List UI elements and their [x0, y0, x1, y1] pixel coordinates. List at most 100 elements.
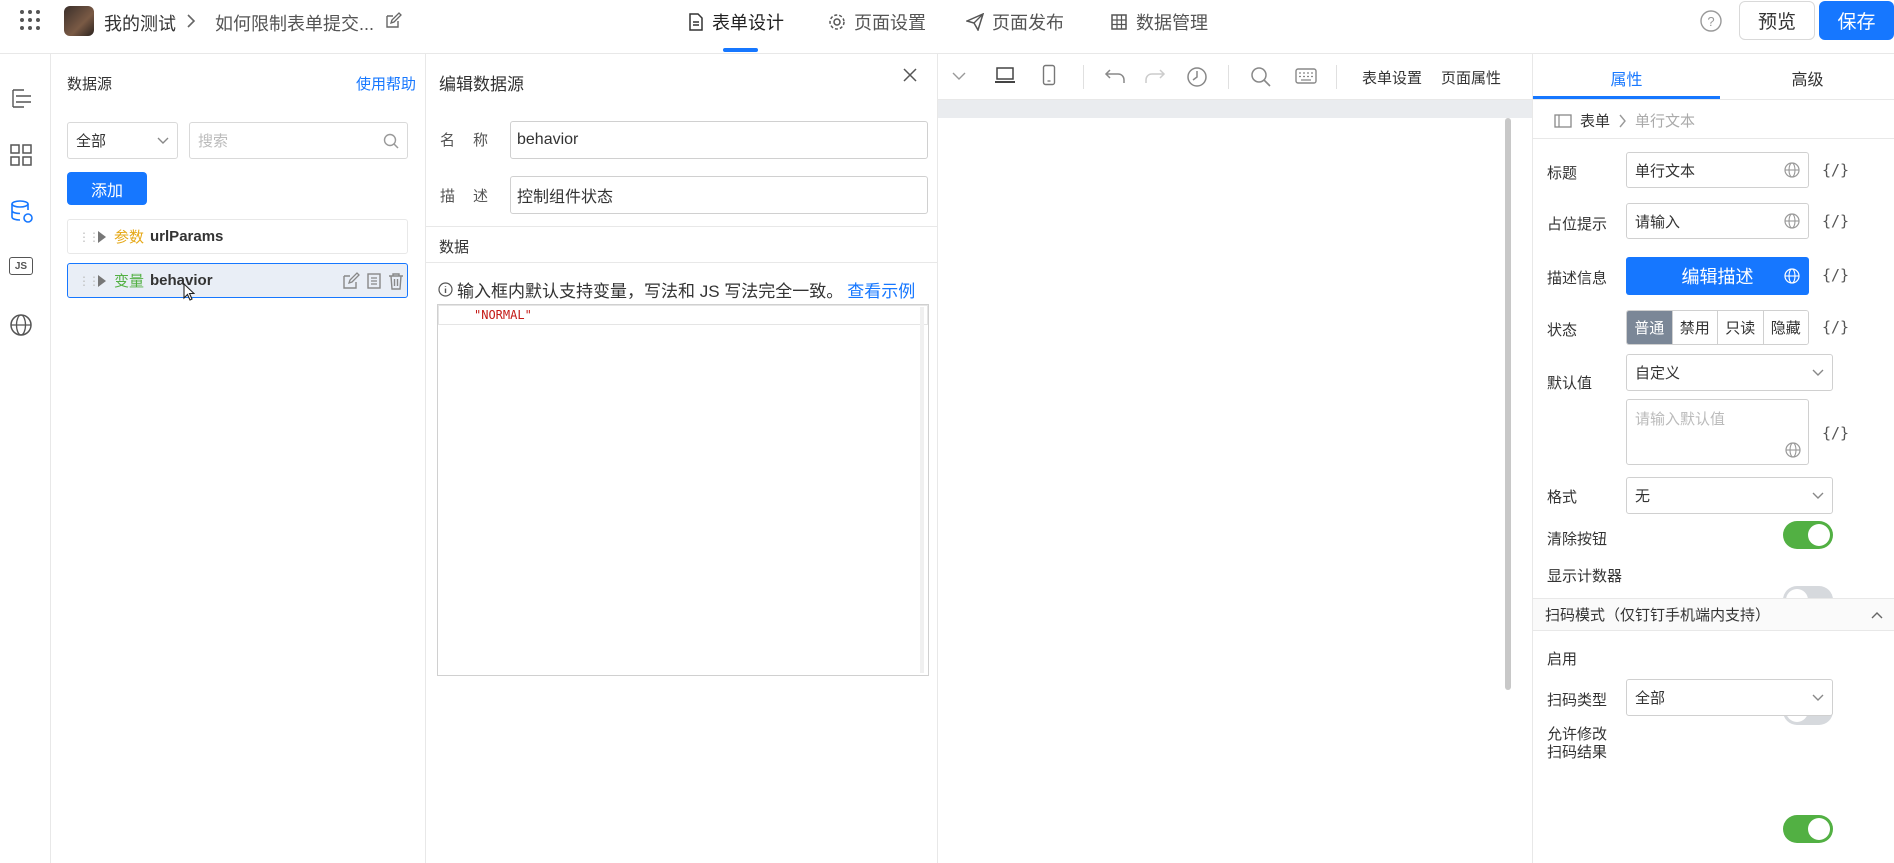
- add-datasource-button[interactable]: 添加: [67, 172, 147, 205]
- help-link[interactable]: 使用帮助: [356, 73, 416, 94]
- data-tip: 输入框内默认支持变量，写法和 JS 写法完全一致。 查看示例: [438, 277, 915, 302]
- datasource-search-input[interactable]: 搜索: [189, 122, 408, 159]
- default-value-textarea[interactable]: 请输入默认值: [1626, 399, 1809, 465]
- expression-toggle-icon[interactable]: {/}: [1822, 161, 1849, 179]
- desktop-view-icon[interactable]: [994, 66, 1016, 84]
- datasource-filter-select[interactable]: 全部: [67, 122, 178, 159]
- divider: [426, 226, 937, 227]
- form-settings-button[interactable]: 表单设置: [1362, 67, 1422, 88]
- preview-button[interactable]: 预览: [1739, 1, 1815, 40]
- globe-icon[interactable]: [1784, 213, 1800, 229]
- expand-caret-icon[interactable]: [98, 274, 106, 287]
- toolbar-separator: [1228, 65, 1229, 89]
- undo-icon[interactable]: [1104, 67, 1126, 85]
- clear-button-label: 清除按钮: [1547, 531, 1608, 548]
- send-icon: [966, 13, 984, 31]
- datasource-panel: 数据源 使用帮助 全部 搜索 添加 ⋮⋮ 参数 urlParams ⋮⋮ 变量 …: [51, 54, 426, 863]
- chevron-down-icon: [1812, 694, 1824, 702]
- datasource-name: urlParams: [150, 228, 224, 245]
- edit-datasource-panel: 编辑数据源 名称 behavior 描述 控制组件状态 数据 输入框内默认支持变…: [426, 54, 938, 863]
- tab-form-design[interactable]: 表单设计: [688, 9, 784, 35]
- keyboard-icon[interactable]: [1295, 68, 1317, 84]
- app-grid-icon[interactable]: [19, 9, 41, 31]
- breadcrumb-form[interactable]: 表单: [1580, 110, 1610, 131]
- code-line[interactable]: "NORMAL": [438, 305, 928, 325]
- placeholder-label: 占位提示: [1547, 216, 1608, 233]
- drag-handle-icon[interactable]: ⋮⋮: [78, 230, 100, 244]
- info-icon: [438, 282, 453, 297]
- datasource-icon[interactable]: [9, 199, 35, 225]
- allow-edit-label: 允许修改 扫码结果: [1547, 726, 1608, 761]
- globe-icon[interactable]: [1784, 268, 1800, 284]
- name-field[interactable]: behavior: [510, 121, 928, 159]
- expression-toggle-icon[interactable]: {/}: [1822, 266, 1849, 284]
- save-button[interactable]: 保存: [1819, 1, 1894, 40]
- redo-icon[interactable]: [1144, 67, 1166, 85]
- title-input[interactable]: 单行文本: [1626, 152, 1809, 188]
- globe-icon[interactable]: [9, 313, 33, 337]
- scan-mode-section-header[interactable]: 扫码模式（仅钉钉手机端内支持）: [1533, 598, 1894, 631]
- datasource-title: 数据源: [67, 76, 113, 93]
- expression-toggle-icon[interactable]: {/}: [1822, 318, 1849, 336]
- datasource-item-behavior[interactable]: ⋮⋮ 变量 behavior: [67, 263, 408, 298]
- js-icon[interactable]: JS: [9, 257, 33, 275]
- components-grid-icon[interactable]: [9, 143, 33, 167]
- state-option-hidden[interactable]: 隐藏: [1763, 311, 1808, 344]
- search-icon[interactable]: [1250, 66, 1272, 88]
- chevron-right-icon: [186, 13, 196, 29]
- scan-type-select[interactable]: 全部: [1626, 679, 1833, 716]
- toolbar-separator: [1083, 65, 1084, 89]
- state-option-normal[interactable]: 普通: [1627, 311, 1673, 344]
- edit-title-icon[interactable]: [384, 12, 402, 30]
- close-icon[interactable]: [902, 67, 918, 83]
- view-example-link[interactable]: 查看示例: [847, 277, 915, 302]
- canvas-scrollbar[interactable]: [1505, 118, 1511, 690]
- expression-toggle-icon[interactable]: {/}: [1822, 424, 1849, 442]
- clear-button-toggle[interactable]: [1783, 521, 1833, 549]
- data-section-title: 数据: [439, 239, 470, 256]
- help-icon[interactable]: ?: [1699, 9, 1723, 33]
- history-icon[interactable]: [1186, 66, 1208, 88]
- document-icon: [688, 13, 704, 31]
- toggle-knob: [1808, 818, 1830, 840]
- expand-caret-icon[interactable]: [98, 230, 106, 243]
- tab-properties[interactable]: 属性: [1533, 66, 1720, 90]
- table-icon: [1110, 13, 1128, 31]
- app-name[interactable]: 我的测试: [104, 10, 176, 36]
- expression-toggle-icon[interactable]: {/}: [1822, 212, 1849, 230]
- edit-icon[interactable]: [342, 272, 360, 290]
- trash-icon[interactable]: [388, 272, 404, 290]
- placeholder-input[interactable]: 请输入: [1626, 203, 1809, 239]
- name-label: 名称: [440, 132, 507, 149]
- allow-edit-toggle[interactable]: [1783, 815, 1833, 843]
- default-type-select[interactable]: 自定义: [1626, 354, 1833, 391]
- left-rail: JS: [0, 54, 51, 863]
- chevron-down-icon[interactable]: [952, 72, 966, 81]
- drag-handle-icon[interactable]: ⋮⋮: [78, 274, 100, 288]
- state-option-disabled[interactable]: 禁用: [1672, 311, 1718, 344]
- page-props-button[interactable]: 页面属性: [1441, 67, 1501, 88]
- design-canvas[interactable]: [938, 100, 1532, 863]
- datasource-tag: 变量: [114, 273, 145, 290]
- top-header: 我的测试 如何限制表单提交... 表单设计 页面设置 页面发布 数据管理 ? 预…: [0, 0, 1894, 54]
- globe-icon[interactable]: [1785, 442, 1801, 458]
- editor-scrollbar[interactable]: [920, 307, 924, 673]
- mobile-view-icon[interactable]: [1042, 64, 1056, 86]
- app-avatar[interactable]: [64, 6, 94, 36]
- mouse-cursor-icon: [183, 283, 195, 301]
- toolbar-separator: [1336, 65, 1337, 89]
- edit-description-button[interactable]: 编辑描述: [1626, 257, 1809, 295]
- tab-advanced[interactable]: 高级: [1720, 66, 1894, 90]
- outline-tree-icon[interactable]: [10, 86, 34, 110]
- desc-label: 描述: [440, 188, 507, 205]
- copy-icon[interactable]: [365, 272, 383, 290]
- state-option-readonly[interactable]: 只读: [1718, 311, 1764, 344]
- globe-icon[interactable]: [1784, 162, 1800, 178]
- tab-data-management[interactable]: 数据管理: [1110, 9, 1208, 35]
- format-select[interactable]: 无: [1626, 477, 1833, 514]
- tab-page-settings[interactable]: 页面设置: [828, 9, 926, 35]
- datasource-item-urlparams[interactable]: ⋮⋮ 参数 urlParams: [67, 219, 408, 254]
- tab-page-publish[interactable]: 页面发布: [966, 9, 1064, 35]
- desc-field[interactable]: 控制组件状态: [510, 176, 928, 214]
- code-editor[interactable]: "NORMAL": [437, 304, 929, 676]
